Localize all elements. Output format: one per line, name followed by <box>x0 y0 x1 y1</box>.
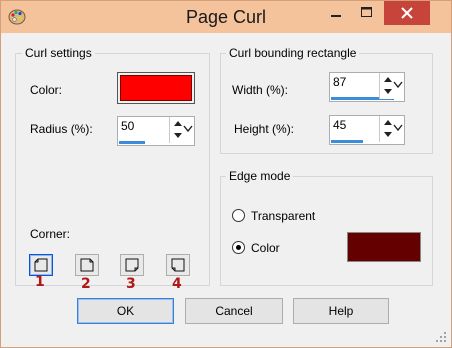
corner-number-3: 3 <box>126 276 136 292</box>
width-spin-buttons[interactable] <box>379 73 404 99</box>
height-spinbox[interactable]: 45 <box>329 115 405 145</box>
height-value: 45 <box>333 118 347 132</box>
curl-color-fill <box>120 75 192 101</box>
close-button[interactable] <box>384 1 430 25</box>
width-label: Width (%): <box>232 83 289 97</box>
width-value: 87 <box>333 75 347 89</box>
height-level-bar <box>331 140 363 143</box>
radius-label: Radius (%): <box>30 122 93 136</box>
color-label: Color: <box>30 83 63 97</box>
cancel-button[interactable]: Cancel <box>185 298 283 324</box>
radius-spin-buttons[interactable] <box>169 117 194 143</box>
spin-arrows-icon <box>384 77 403 94</box>
edge-mode-group <box>220 176 433 286</box>
transparent-radio-label[interactable]: Transparent <box>251 209 315 223</box>
corner-bottom-left-icon <box>171 258 185 272</box>
bounding-rectangle-legend: Curl bounding rectangle <box>226 46 360 60</box>
corner-number-4: 4 <box>172 276 182 292</box>
corner-top-left-icon <box>34 258 48 272</box>
corner-label: Corner: <box>30 227 71 241</box>
radius-spinbox[interactable]: 50 <box>117 116 195 146</box>
corner-top-right-icon <box>80 258 94 272</box>
corner-number-1: 1 <box>35 274 45 290</box>
curl-color-swatch[interactable] <box>117 72 195 104</box>
page-curl-dialog: Page Curl Curl settings Color: Radius (%… <box>0 0 452 348</box>
width-spinbox[interactable]: 87 <box>329 72 405 102</box>
transparent-radio[interactable] <box>232 209 245 222</box>
color-radio-dot <box>236 245 241 250</box>
corner-button-2[interactable] <box>75 254 99 276</box>
height-label: Height (%): <box>234 122 295 136</box>
edge-color-swatch[interactable] <box>347 232 421 262</box>
radius-level-bar <box>119 141 145 144</box>
title-bar: Page Curl <box>1 1 451 33</box>
color-radio-label[interactable]: Color <box>251 241 280 255</box>
spin-arrows-icon <box>384 120 403 137</box>
corner-number-2: 2 <box>81 276 91 292</box>
corner-button-3[interactable] <box>120 254 144 276</box>
minimize-icon <box>331 15 341 17</box>
minimize-button[interactable] <box>321 1 351 25</box>
spin-arrows-icon <box>174 121 193 138</box>
maximize-icon <box>361 7 372 17</box>
edge-mode-legend: Edge mode <box>226 169 294 183</box>
radius-value: 50 <box>121 119 135 133</box>
corner-button-1[interactable] <box>29 254 53 276</box>
color-radio[interactable] <box>232 241 245 254</box>
help-button[interactable]: Help <box>293 298 389 324</box>
height-spin-buttons[interactable] <box>379 116 404 142</box>
resize-grip-icon[interactable] <box>435 331 447 343</box>
curl-settings-legend: Curl settings <box>22 46 95 60</box>
corner-button-4[interactable] <box>166 254 190 276</box>
maximize-button[interactable] <box>351 1 381 25</box>
close-icon <box>401 7 413 19</box>
ok-button[interactable]: OK <box>77 298 174 324</box>
corner-bottom-right-icon <box>125 258 139 272</box>
